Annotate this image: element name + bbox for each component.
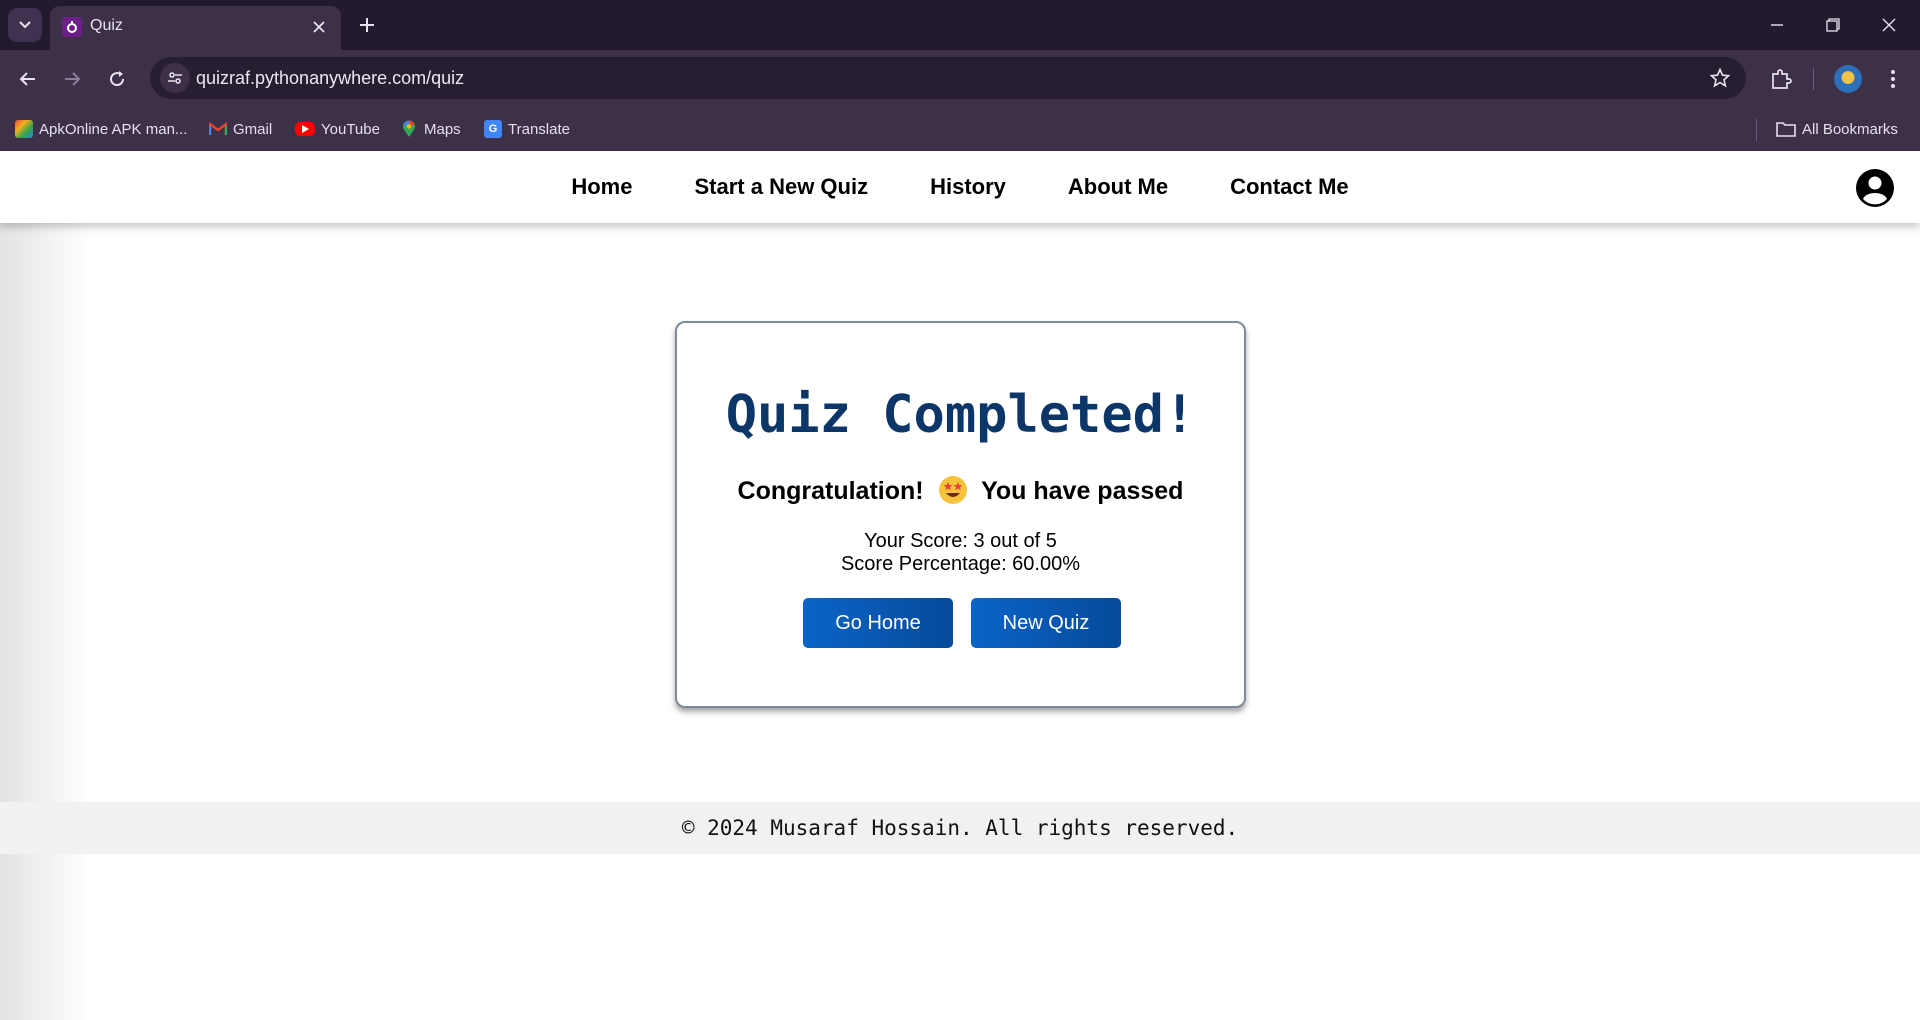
bookmark-star-button[interactable] [1708,66,1732,90]
bookmarks-divider [1756,119,1757,141]
bookmark-youtube[interactable]: YouTube [295,119,380,139]
arrow-right-icon [65,72,81,86]
bookmark-apkonline[interactable]: ApkOnline APK man... [15,119,187,139]
score-text: Your Score: 3 out of 5 [864,530,1057,552]
nav-home[interactable]: Home [571,174,632,200]
profile-avatar[interactable] [1834,65,1862,93]
back-button[interactable] [12,63,44,95]
menu-button[interactable] [1878,64,1908,94]
bookmark-label: Gmail [233,120,273,138]
url-text[interactable]: quizraf.pythonanywhere.com/quiz [196,68,464,89]
star-struck-emoji-icon [938,476,967,504]
nav-history[interactable]: History [930,174,1006,200]
browser-tab-bar: Quiz [0,0,1920,50]
bookmark-translate[interactable]: G Translate [484,119,570,139]
gmail-icon [209,120,227,138]
close-icon [1882,18,1896,32]
go-home-button[interactable]: Go Home [803,598,953,648]
pass-message: Congratulation! You have passed [677,476,1244,506]
site-info-button[interactable] [160,63,190,93]
puzzle-icon [1772,69,1792,89]
close-icon [313,21,325,33]
bookmark-maps[interactable]: Maps [400,119,461,139]
maps-icon [400,120,418,138]
bookmark-label: Maps [424,120,461,138]
reload-button[interactable] [101,63,133,95]
translate-icon: G [484,120,502,138]
extensions-button[interactable] [1766,64,1796,94]
account-circle-icon[interactable] [1856,169,1894,207]
close-window-button[interactable] [1866,8,1912,42]
new-tab-button[interactable] [353,11,381,39]
result-title: Quiz Completed! [725,385,1196,445]
bookmarks-bar: ApkOnline APK man... Gmail YouTube Maps … [0,108,1920,151]
percentage-text: Score Percentage: 60.00% [840,553,1081,575]
new-quiz-button[interactable]: New Quiz [971,598,1121,648]
minimize-icon [1771,24,1783,26]
address-bar[interactable]: quizraf.pythonanywhere.com/quiz [150,57,1746,99]
restore-button[interactable] [1810,8,1856,42]
nav-start-new-quiz[interactable]: Start a New Quiz [694,174,868,200]
all-bookmarks-label: All Bookmarks [1802,120,1898,138]
site-navbar: Home Start a New Quiz History About Me C… [0,151,1920,223]
quiz-favicon-icon [62,17,82,37]
folder-icon [1776,122,1796,137]
youtube-icon [295,122,315,136]
footer-text: © 2024 Musaraf Hossain. All rights reser… [681,816,1239,840]
site-footer: © 2024 Musaraf Hossain. All rights reser… [0,802,1920,854]
bookmark-label: ApkOnline APK man... [39,120,188,138]
bookmark-label: Translate [508,120,570,138]
reload-icon [110,71,125,87]
bookmark-gmail[interactable]: Gmail [209,119,272,139]
forward-button[interactable] [56,63,88,95]
web-page: Home Start a New Quiz History About Me C… [0,151,1920,1020]
tab-title: Quiz [90,17,123,34]
apkonline-icon [15,120,33,138]
tune-icon [168,72,182,84]
toolbar-divider [1813,68,1814,90]
star-icon [1710,68,1730,88]
restore-icon [1826,18,1840,32]
bookmark-label: YouTube [321,120,380,138]
plus-icon [360,18,374,32]
close-tab-button[interactable] [307,15,331,39]
more-vertical-icon [1891,70,1895,88]
passed-text: You have passed [981,477,1184,505]
tab-quiz[interactable]: Quiz [50,6,341,50]
minimize-button[interactable] [1754,8,1800,42]
nav-contact-me[interactable]: Contact Me [1230,174,1349,200]
score-block: Your Score: 3 out of 5 Score Percentage:… [677,530,1244,576]
congratulation-text: Congratulation! [737,477,924,505]
all-bookmarks-button[interactable]: All Bookmarks [1776,119,1898,139]
arrow-left-icon [19,72,35,86]
browser-toolbar: quizraf.pythonanywhere.com/quiz [0,50,1920,108]
quiz-result-card: Quiz Completed! Congratulation! You have… [675,321,1246,708]
tab-search-button[interactable] [8,8,42,42]
chevron-down-icon [19,21,31,29]
page-edge-shadow [0,151,90,1020]
nav-about-me[interactable]: About Me [1068,174,1168,200]
